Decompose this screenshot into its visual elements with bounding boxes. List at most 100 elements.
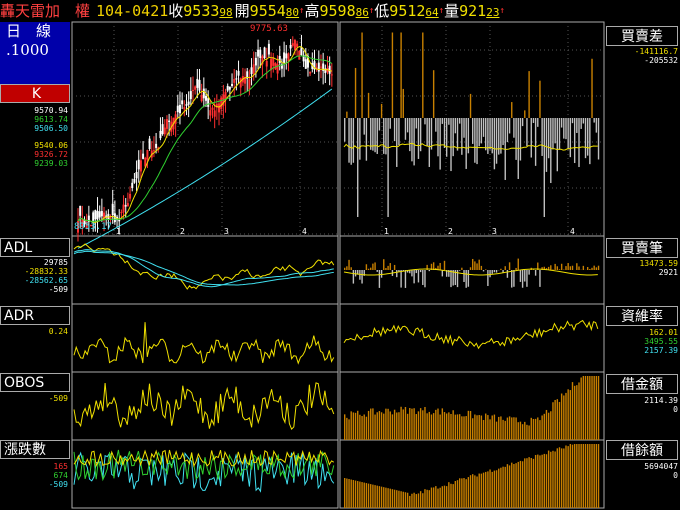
loan-balance-bar [365, 483, 368, 508]
loan-balance-bar [385, 487, 387, 508]
count-bar [578, 266, 580, 270]
count-bar [489, 270, 491, 278]
loan-balance-bar [415, 494, 417, 508]
loan-balance-bar [391, 489, 394, 508]
loan-amount-bar [493, 414, 496, 440]
count-bar [469, 267, 472, 270]
loan-amount-bar [558, 401, 561, 440]
loan-amount-bar [441, 408, 444, 440]
loan-balance-bar [432, 487, 435, 508]
spread-bar [595, 118, 598, 133]
candle-body [291, 43, 294, 46]
spread-bar [463, 118, 465, 138]
loan-amount-bar [448, 412, 450, 440]
loan-balance-bar [430, 487, 433, 508]
count-bar [417, 270, 420, 283]
loan-amount-bar [489, 419, 491, 440]
loan-amount-bar [480, 415, 483, 440]
loan-balance-bar [582, 444, 585, 508]
candle-body [181, 100, 184, 105]
count-bar [441, 270, 444, 277]
chart-canvas[interactable]: 1 2 3 4 1 2 3 4 9775.63 8953.17 [0, 0, 680, 510]
loan-amount-bar [539, 420, 541, 440]
spread-bar [398, 118, 400, 146]
loan-balance-bar [383, 487, 385, 508]
obos-line-chart [73, 382, 335, 430]
spread-bar [396, 118, 398, 167]
ma-line-mid [77, 55, 333, 222]
candle-body [92, 212, 95, 223]
loan-balance-bar [576, 444, 578, 508]
loan-balance-bar [402, 491, 404, 508]
loan-amount-bar [424, 406, 426, 440]
spread-bar [383, 118, 385, 154]
loan-amount-bar [502, 419, 504, 440]
loan-amount-bar [432, 413, 435, 440]
loan-amount-bar [370, 408, 372, 440]
spread-bar [393, 118, 396, 142]
spread-bar [550, 118, 552, 184]
x-tick-label: 1 [116, 227, 121, 236]
loan-amount-bar [450, 413, 452, 440]
loan-balance-bar [480, 473, 483, 508]
adl-ma-line [73, 250, 334, 286]
spread-bar [385, 118, 387, 155]
spread-bar [563, 118, 565, 139]
loan-balance-bar [569, 444, 572, 508]
spread-bar [413, 118, 415, 166]
loan-amount-bar [376, 412, 378, 440]
candle-body [254, 57, 257, 66]
count-bar [393, 264, 396, 270]
count-bar [556, 266, 559, 270]
candle-body [289, 45, 292, 49]
count-bar [567, 263, 569, 270]
loan-amount-bar [454, 414, 457, 440]
count-bar [404, 270, 407, 288]
x-tick-label: 3 [224, 227, 229, 236]
candle-body [250, 67, 253, 75]
loan-balance-bar [352, 480, 355, 508]
spread-bar [537, 118, 539, 127]
loan-amount-bar [511, 417, 513, 440]
candle-body [109, 217, 112, 219]
spread-bar [387, 118, 389, 217]
spread-bar [354, 67, 357, 118]
loan-amount-bar [554, 399, 556, 440]
loan-balance-bar [437, 488, 439, 508]
loan-balance-bar [441, 486, 444, 508]
candle-body [146, 149, 149, 160]
loan-balance-bar [502, 466, 504, 508]
loan-balance-bar [387, 488, 389, 508]
count-bar [480, 265, 483, 270]
count-bar [400, 270, 402, 288]
spread-bar [526, 118, 528, 147]
spread-bar [450, 118, 452, 172]
loan-amount-bar [498, 416, 500, 440]
updown-line-chart [73, 449, 335, 493]
candle-body [98, 211, 101, 218]
spread-bar [489, 118, 491, 150]
loan-balance-bar [472, 474, 474, 508]
count-bar [367, 268, 370, 270]
loan-amount-bar [352, 412, 355, 440]
spread-bar [589, 118, 591, 165]
count-bar [511, 270, 513, 288]
count-bar [550, 265, 552, 270]
candle-body [185, 104, 188, 106]
spread-bar [456, 118, 459, 151]
loan-amount-bar [593, 376, 595, 440]
k-high-note: 9775.63 [250, 24, 288, 34]
loan-amount-bar [363, 414, 365, 440]
loan-amount-bar [584, 376, 587, 440]
spread-bar [419, 118, 422, 152]
loan-balance-bar [506, 464, 509, 508]
loan-amount-bar [571, 382, 574, 440]
count-bar [526, 270, 528, 287]
loan-balance-bar [448, 482, 450, 508]
loan-amount-bar [550, 411, 552, 440]
candle-body [200, 95, 203, 102]
loan-amount-bar [419, 408, 422, 440]
count-bar [443, 260, 446, 270]
count-bar [482, 270, 485, 272]
candle-body [139, 160, 142, 172]
